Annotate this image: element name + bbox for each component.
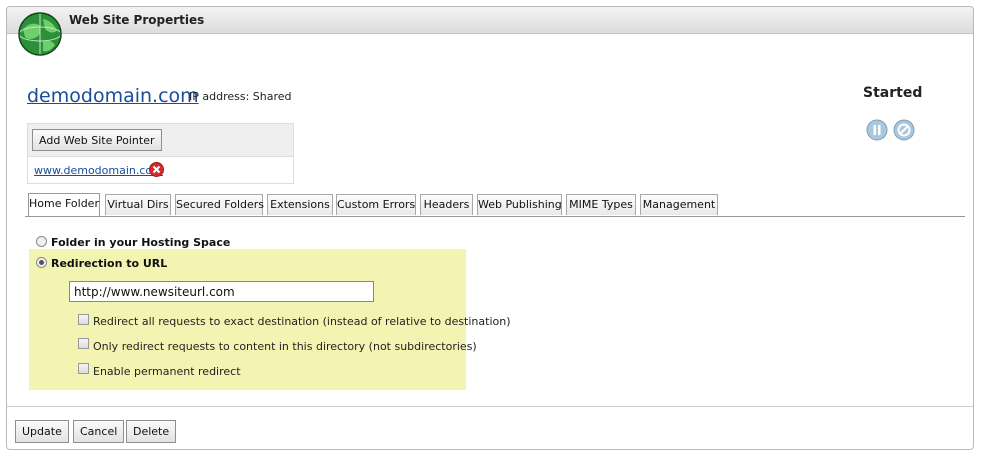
redirect-option-radio[interactable] (36, 257, 47, 268)
tab-management[interactable]: Management (640, 194, 718, 215)
footer-divider (7, 406, 973, 407)
tab-home-folder[interactable]: Home Folder (28, 193, 100, 216)
exact-destination-checkbox[interactable] (78, 314, 89, 325)
this-directory-only-checkbox[interactable] (78, 338, 89, 349)
tab-web-publishing[interactable]: Web Publishing (477, 194, 562, 215)
globe-icon (18, 12, 62, 56)
delete-button[interactable]: Delete (126, 420, 177, 443)
tab-custom-errors[interactable]: Custom Errors (336, 194, 416, 215)
ip-address-label: IP address: Shared (189, 90, 292, 103)
pause-icon[interactable] (866, 119, 888, 141)
tab-headers[interactable]: Headers (420, 194, 473, 215)
web-site-pointers-box: Add Web Site Pointer www.demodomain.com (27, 123, 294, 184)
site-status: Started (863, 85, 923, 101)
delete-icon[interactable] (149, 162, 164, 177)
domain-link[interactable]: demodomain.com (27, 85, 199, 107)
pointer-link[interactable]: www.demodomain.com (34, 164, 163, 177)
exact-destination-label: Redirect all requests to exact destinati… (93, 315, 511, 328)
this-directory-only-label: Only redirect requests to content in thi… (93, 340, 477, 353)
stop-icon[interactable] (893, 119, 915, 141)
tab-extensions[interactable]: Extensions (267, 194, 333, 215)
update-button[interactable]: Update (15, 420, 69, 443)
permanent-redirect-checkbox[interactable] (78, 363, 89, 374)
tab-virtual-dirs[interactable]: Virtual Dirs (105, 194, 171, 215)
redirect-option-label: Redirection to URL (51, 257, 168, 270)
folder-option-radio[interactable] (36, 236, 47, 247)
folder-option-label: Folder in your Hosting Space (51, 236, 231, 249)
tab-secured-folders[interactable]: Secured Folders (175, 194, 264, 215)
tab-mime-types[interactable]: MIME Types (566, 194, 636, 215)
cancel-button[interactable]: Cancel (73, 420, 125, 443)
window-title: Web Site Properties (69, 13, 205, 27)
pointer-toolbar: Add Web Site Pointer (28, 124, 293, 157)
title-bar: Web Site Properties (7, 7, 973, 34)
permanent-redirect-label: Enable permanent redirect (93, 365, 241, 378)
web-site-properties-panel: Web Site Properties demodomain.com IP ad… (6, 6, 974, 450)
add-web-site-pointer-button[interactable]: Add Web Site Pointer (32, 129, 162, 151)
redirect-url-input[interactable] (69, 281, 374, 302)
tab-strip: Home Folder Virtual Dirs Secured Folders… (25, 193, 965, 217)
